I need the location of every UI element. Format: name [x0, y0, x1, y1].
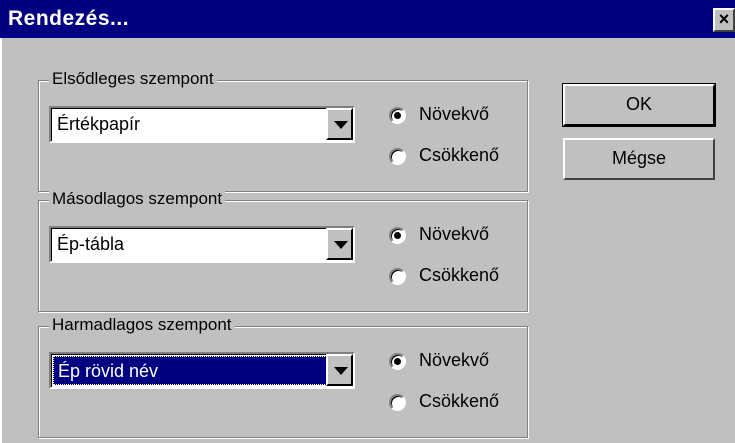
window-edge: [0, 38, 6, 443]
title-bar[interactable]: Rendezés... ×: [0, 0, 735, 38]
secondary-sort-value: Ép-tábla: [57, 234, 125, 254]
radio-unchecked-icon: [389, 148, 406, 165]
primary-sort-label: Elsődleges szempont: [49, 69, 217, 89]
dialog-title: Rendezés...: [8, 7, 130, 30]
close-icon: ×: [718, 9, 730, 29]
tertiary-descending-label: Csökkenő: [419, 391, 500, 411]
secondary-descending-label: Csökkenő: [419, 265, 500, 285]
cancel-button[interactable]: Mégse: [563, 138, 715, 180]
radio-unchecked-icon: [389, 394, 406, 411]
secondary-dropdown-button[interactable]: [326, 228, 353, 260]
tertiary-sort-value: Ép rövid név: [53, 356, 351, 385]
primary-ascending-label: Növekvő: [419, 104, 490, 124]
primary-sort-group: Elsődleges szempont Értékpapír Növekvő C…: [38, 69, 528, 192]
tertiary-sort-select[interactable]: Ép rövid név: [49, 352, 355, 389]
secondary-sort-label: Másodlagos szempont: [49, 189, 226, 209]
primary-sort-value: Értékpapír: [57, 114, 141, 134]
primary-descending-label: Csökkenő: [419, 145, 500, 165]
chevron-down-icon: [334, 241, 348, 249]
radio-checked-icon: [389, 227, 406, 244]
secondary-ascending-label: Növekvő: [419, 224, 490, 244]
tertiary-dropdown-button[interactable]: [326, 354, 353, 386]
tertiary-sort-group: Harmadlagos szempont Ép rövid név Növekv…: [38, 315, 528, 438]
tertiary-ascending-label: Növekvő: [419, 350, 490, 370]
ok-button[interactable]: OK: [562, 83, 716, 127]
sort-dialog: Rendezés... × Elsődleges szempont Értékp…: [0, 0, 735, 443]
primary-sort-select[interactable]: Értékpapír: [49, 106, 355, 143]
primary-dropdown-button[interactable]: [326, 108, 353, 140]
radio-unchecked-icon: [389, 268, 406, 285]
radio-checked-icon: [389, 107, 406, 124]
chevron-down-icon: [334, 367, 348, 375]
secondary-sort-select[interactable]: Ép-tábla: [49, 226, 355, 263]
secondary-sort-group: Másodlagos szempont Ép-tábla Növekvő Csö…: [38, 189, 528, 312]
chevron-down-icon: [334, 121, 348, 129]
tertiary-sort-label: Harmadlagos szempont: [49, 315, 235, 335]
radio-checked-icon: [389, 353, 406, 370]
close-button[interactable]: ×: [713, 8, 735, 32]
